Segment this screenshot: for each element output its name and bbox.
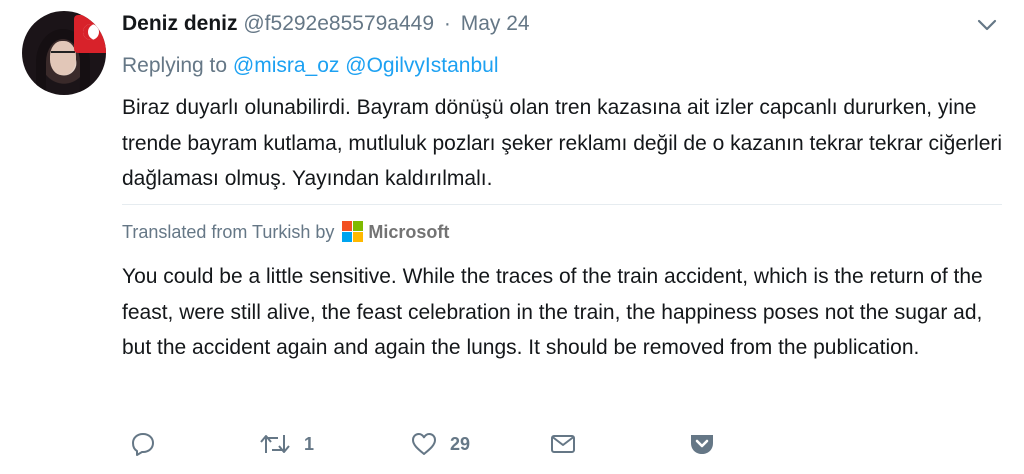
reply-to-user-2[interactable]: @OgilvyIstanbul bbox=[345, 54, 498, 77]
translation-label: Translated from Turkish by bbox=[122, 222, 335, 242]
pocket-icon bbox=[688, 431, 716, 457]
avatar-flag bbox=[74, 15, 106, 53]
like-count: 29 bbox=[450, 433, 471, 454]
replying-prefix: Replying to bbox=[122, 54, 228, 77]
heart-icon bbox=[410, 431, 438, 457]
chevron-down-icon[interactable] bbox=[976, 14, 998, 36]
header-separator: · bbox=[443, 12, 451, 35]
tweet-date[interactable]: May 24 bbox=[461, 12, 530, 35]
divider bbox=[122, 204, 1002, 205]
envelope-icon bbox=[550, 431, 576, 457]
direct-message-button[interactable] bbox=[550, 428, 576, 460]
like-button[interactable]: 29 bbox=[410, 428, 470, 460]
tweet-actions: 1 29 bbox=[0, 428, 1024, 460]
translation-provider[interactable]: Microsoft bbox=[368, 219, 449, 245]
translated-text: You could be a little sensitive. While t… bbox=[122, 265, 983, 359]
tweet: Deniz deniz @f5292e85579a449 · May 24 Re… bbox=[0, 0, 1024, 474]
reply-icon bbox=[130, 431, 156, 457]
user-fullname[interactable]: Deniz deniz bbox=[122, 12, 238, 35]
user-screen-name[interactable]: @f5292e85579a449 bbox=[243, 12, 434, 35]
tweet-header: Deniz deniz @f5292e85579a449 · May 24 bbox=[122, 11, 530, 37]
retweet-icon bbox=[258, 431, 292, 457]
reply-button[interactable] bbox=[130, 428, 168, 460]
avatar-glasses bbox=[51, 51, 75, 59]
microsoft-logo-icon bbox=[342, 221, 364, 243]
tweet-text: Biraz duyarlı olunabilirdi. Bayram dönüş… bbox=[122, 96, 1003, 190]
avatar[interactable] bbox=[22, 11, 106, 95]
retweet-count: 1 bbox=[304, 433, 315, 454]
translation-attribution: Translated from Turkish by Microsoft bbox=[122, 219, 449, 245]
pocket-button[interactable] bbox=[688, 428, 716, 460]
reply-to-user-1[interactable]: @misra_oz bbox=[233, 54, 340, 77]
retweet-button[interactable]: 1 bbox=[258, 428, 314, 460]
replying-to: Replying to @misra_oz @OgilvyIstanbul bbox=[122, 53, 498, 79]
